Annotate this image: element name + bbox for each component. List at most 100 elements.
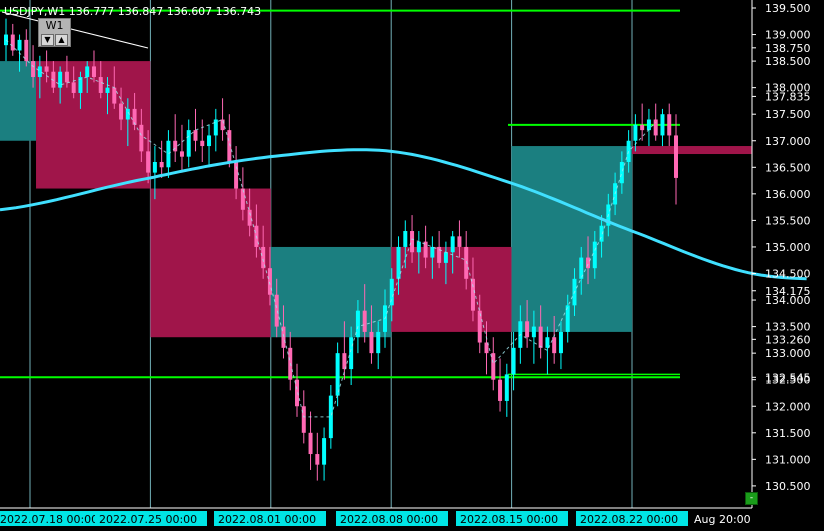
weekly-box-bull [511, 146, 632, 332]
time-label: 2022.07.18 00:00 [0, 513, 98, 526]
candle-bear [457, 236, 462, 247]
candle-bear [119, 103, 124, 120]
candle-bear [31, 61, 36, 78]
candle-bull [207, 135, 212, 147]
candle-bear [139, 124, 144, 152]
timeframe-label: W1 [45, 19, 64, 32]
candle-bull [430, 246, 435, 258]
candle-bull [504, 374, 509, 401]
candle-bear [132, 108, 137, 125]
price-tick-label: 138.500 [765, 55, 811, 68]
candle-bull [592, 241, 597, 269]
candle-bull [633, 124, 638, 141]
timeframe-down-button[interactable]: ▼ [41, 34, 54, 46]
candle-bull [85, 66, 90, 78]
candle-bull [17, 39, 22, 51]
candle-bear [10, 34, 15, 51]
candle-bull [105, 87, 110, 93]
time-label: 2022.08.08 00:00 [340, 513, 438, 526]
price-tick-label: 138.750 [765, 42, 811, 55]
candle-bear [470, 278, 475, 311]
timeframe-up-button[interactable]: ▲ [55, 34, 68, 46]
candle-bull [619, 161, 624, 184]
price-tick-label: 136.000 [765, 188, 811, 201]
candle-bull [545, 337, 550, 348]
candle-bull [166, 140, 171, 168]
price-tick-label: 139.500 [765, 2, 811, 15]
price-chart[interactable]: 139.500139.000138.750138.500138.000137.8… [0, 0, 824, 531]
candle-bear [464, 246, 469, 279]
candle-bear [200, 140, 205, 147]
candle-bear [491, 353, 496, 380]
weekly-box-bull [0, 61, 37, 141]
candle-bull [558, 331, 563, 354]
candle-bear [640, 124, 645, 131]
weekly-box-bull [270, 246, 392, 338]
price-tick-label: 132.500 [765, 374, 811, 387]
time-label: 2022.08.22 00:00 [580, 513, 678, 526]
candle-bull [443, 252, 448, 263]
price-tick-label: 135.000 [765, 241, 811, 254]
candle-bear [538, 326, 543, 348]
candle-bull [376, 331, 381, 354]
candle-bear [552, 337, 557, 354]
price-tick-label: 134.500 [765, 268, 811, 281]
weekly-box-bear [391, 246, 512, 332]
chart-window: { "header": { "symbol_line": "USDJPY,W1 … [0, 0, 824, 531]
price-tick-label: 136.500 [765, 161, 811, 174]
candle-bear [308, 432, 313, 455]
candle-bull [37, 66, 42, 78]
candle-bull [416, 241, 421, 253]
price-tick-label: 135.500 [765, 214, 811, 227]
candle-bull [335, 353, 340, 396]
candle-bear [98, 77, 103, 93]
candle-bear [44, 66, 49, 72]
candle-bear [146, 151, 151, 173]
candle-bear [667, 114, 672, 136]
candle-bear [315, 454, 320, 465]
candle-bear [64, 71, 69, 83]
candle-bull [213, 119, 218, 136]
price-tick-label: 130.500 [765, 480, 811, 493]
candle-bull [58, 71, 63, 88]
candle-bull [396, 246, 401, 279]
candle-bull [349, 337, 354, 370]
candle-bear [240, 188, 245, 210]
candle-bear [274, 294, 279, 327]
price-tick-label: 132.000 [765, 400, 811, 413]
time-label: 2022.08.15 00:00 [460, 513, 558, 526]
minimize-button[interactable]: - [745, 492, 758, 505]
candle-bear [193, 130, 198, 141]
price-tick-label: 137.500 [765, 108, 811, 121]
candle-bull [450, 236, 455, 253]
price-tick-label: 133.260 [765, 333, 811, 346]
candle-bear [362, 310, 367, 332]
candle-bear [234, 161, 239, 189]
candle-bull [660, 114, 665, 136]
candle-bear [369, 331, 374, 354]
weekly-box-bear [150, 188, 271, 338]
candle-bear [267, 268, 272, 295]
candle-bear [498, 379, 503, 401]
candle-bull [322, 438, 327, 465]
price-tick-label: 131.500 [765, 427, 811, 440]
symbol-info: USDJPY,W1 136.777 136.847 136.607 136.74… [4, 5, 261, 18]
timeframe-panel[interactable]: W1 ▼ ▲ [38, 18, 71, 47]
candle-bull [186, 130, 191, 157]
price-tick-label: 131.000 [765, 453, 811, 466]
candle-bull [646, 119, 651, 131]
candle-bear [586, 257, 591, 269]
candle-bear [653, 119, 658, 136]
candle-bear [179, 151, 184, 157]
candle-bear [91, 66, 96, 78]
candle-bear [437, 246, 442, 263]
candle-bear [674, 135, 678, 178]
candle-bear [112, 87, 117, 104]
time-label: Aug 20:00 [694, 513, 751, 526]
candle-bull [403, 231, 408, 247]
candle-bull [531, 326, 536, 338]
candle-bull [152, 161, 157, 173]
price-tick-label: 134.000 [765, 294, 811, 307]
time-axis: 2022.07.18 00:00 2022.07.25 00:00 2022.08.… [0, 511, 751, 526]
candle-bear [159, 161, 164, 168]
